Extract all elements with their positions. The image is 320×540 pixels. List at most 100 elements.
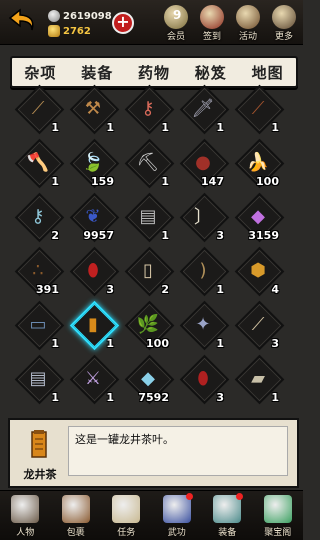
inventory-slot[interactable]: ▤ 1 — [12, 354, 65, 406]
item-count: 100 — [256, 175, 279, 188]
nav-treasure-shop[interactable]: 聚宝阁 — [258, 491, 298, 539]
item-count: 2 — [161, 283, 169, 296]
axe-icon: 🪓 — [26, 151, 50, 173]
top-button-more[interactable]: 更多 — [267, 2, 301, 42]
seeds-icon: ∴ — [32, 259, 44, 281]
item-count: 3 — [216, 229, 224, 242]
inventory-slot[interactable]: ❦ 9957 — [67, 192, 120, 244]
inventory-slot[interactable]: ▭ 1 — [12, 300, 65, 352]
inventory-slot[interactable]: ▯ 2 — [122, 246, 175, 298]
selected-item-description: 这是一罐龙井茶叶。 — [68, 426, 288, 476]
dagger-icon: 🗡 — [191, 97, 215, 119]
inventory-slot[interactable]: ⬮ 3 — [177, 354, 230, 406]
inventory-slot[interactable]: ⚔ 1 — [67, 354, 120, 406]
map-icon: ▤ — [29, 367, 47, 389]
inventory-slot[interactable]: ● 147 — [177, 138, 230, 190]
top-icon-group: 9 会员 签到 活动 更多 — [159, 2, 301, 42]
nav-martial-arts[interactable]: 武功 — [157, 491, 197, 539]
selected-item-name: 龙井茶 — [23, 468, 57, 481]
character-icon — [11, 495, 40, 523]
item-count: 2 — [51, 229, 59, 242]
inventory-slot[interactable]: ◆ 3159 — [232, 192, 285, 244]
silver-coin-icon — [48, 10, 60, 22]
tab-1[interactable]: 装备 — [81, 62, 113, 83]
herb-icon: ❦ — [85, 205, 101, 227]
inventory-slot[interactable]: ⚷ 1 — [122, 84, 175, 136]
tab-4[interactable]: 地图 — [252, 62, 284, 83]
bow-icon: ) — [199, 259, 207, 281]
add-currency-button[interactable]: + — [112, 12, 134, 34]
crystal-icon: ◆ — [251, 205, 265, 227]
inventory-slot[interactable]: ◆ 7592 — [122, 354, 175, 406]
item-count: 1 — [161, 175, 169, 188]
inventory-slot[interactable]: ▤ 1 — [122, 192, 175, 244]
gold-ingot-icon — [48, 25, 60, 37]
jar-icon: ⬮ — [197, 367, 209, 389]
top-button-label: 更多 — [274, 32, 293, 42]
turtle-icon: ⬢ — [250, 259, 266, 281]
inventory-slot[interactable]: ▰ 1 — [232, 354, 285, 406]
nav-label: 聚宝阁 — [264, 528, 292, 538]
inventory-slot[interactable]: 〕 3 — [177, 192, 230, 244]
top-button-event[interactable]: 活动 — [231, 2, 265, 42]
claw-icon: ✦ — [195, 313, 211, 335]
inventory-slot[interactable]: ⛏ 1 — [122, 138, 175, 190]
inventory-slot[interactable]: ⟋ 3 — [232, 300, 285, 352]
inventory-slot[interactable]: ⬮ 3 — [67, 246, 120, 298]
nav-label: 人物 — [16, 528, 35, 538]
nav-label: 任务 — [117, 528, 136, 538]
top-button-vip[interactable]: 9 会员 — [159, 2, 193, 42]
item-count: 1 — [271, 391, 279, 404]
inventory-slot[interactable]: ⚒ 1 — [67, 84, 120, 136]
inventory-slot[interactable]: ⚷ 2 — [12, 192, 65, 244]
key-icon: ⚷ — [141, 97, 155, 119]
tab-0[interactable]: 杂项 — [16, 57, 56, 83]
book-icon: ▤ — [139, 205, 157, 227]
item-count: 1 — [51, 391, 59, 404]
inventory-slot[interactable]: 🌿 100 — [122, 300, 175, 352]
nav-character[interactable]: 人物 — [5, 491, 45, 539]
tab-2[interactable]: 药物 — [138, 62, 170, 83]
scroll-icon: ▭ — [29, 313, 47, 335]
inventory-slot[interactable]: 🪓 1 — [12, 138, 65, 190]
item-count: 7592 — [138, 391, 169, 404]
inventory-slot[interactable]: ⬢ 4 — [232, 246, 285, 298]
tea-leaf-icon: 🌿 — [136, 313, 160, 335]
skeleton-key-icon: ⚷ — [31, 205, 45, 227]
tab-3[interactable]: 秘笈 — [195, 62, 227, 83]
item-count: 3 — [271, 337, 279, 350]
item-count: 100 — [146, 337, 169, 350]
inventory-slot[interactable]: ▮ 1 — [67, 300, 120, 352]
inventory-slot[interactable]: 🍃 159 — [67, 138, 120, 190]
inventory-slot[interactable]: 🍌 100 — [232, 138, 285, 190]
inventory-slot[interactable]: ∴ 391 — [12, 246, 65, 298]
silver-currency: 2619098 — [48, 9, 112, 23]
item-detail-panel: 龙井茶 这是一罐龙井茶叶。 — [8, 418, 299, 488]
banana-icon: 🍌 — [246, 151, 270, 173]
inventory-slot[interactable]: ⟋ 1 — [232, 84, 285, 136]
inventory-slot[interactable]: ✦ 1 — [177, 300, 230, 352]
top-button-signin[interactable]: 签到 — [195, 2, 229, 42]
silver-amount: 2619098 — [63, 10, 112, 22]
nav-label: 武功 — [167, 528, 186, 538]
inventory-slot[interactable]: ⟋ 1 — [12, 84, 65, 136]
inventory-slot[interactable]: 🗡 1 — [177, 84, 230, 136]
fang-icon: 〕 — [194, 207, 212, 228]
inventory-slot[interactable]: ) 1 — [177, 246, 230, 298]
bag-icon — [61, 495, 90, 523]
nav-label: 装备 — [218, 528, 237, 538]
item-count: 1 — [161, 229, 169, 242]
item-count: 3159 — [248, 229, 279, 242]
signin-icon — [200, 5, 224, 29]
item-count: 1 — [216, 283, 224, 296]
nav-equipment[interactable]: 装备 — [207, 491, 247, 539]
notification-dot — [185, 493, 193, 500]
item-count: 1 — [216, 337, 224, 350]
nav-quest[interactable]: 任务 — [106, 491, 146, 539]
back-arrow-icon[interactable] — [6, 6, 38, 36]
top-bar: 2619098 2762 + 9 会员 签到 活动 更多 — [0, 0, 303, 45]
staff-icon: ⟋ — [31, 97, 45, 119]
sickle-icon: ⚔ — [84, 367, 102, 389]
nav-bag[interactable]: 包裹 — [56, 491, 96, 539]
lantern-icon: ⬮ — [87, 259, 99, 281]
